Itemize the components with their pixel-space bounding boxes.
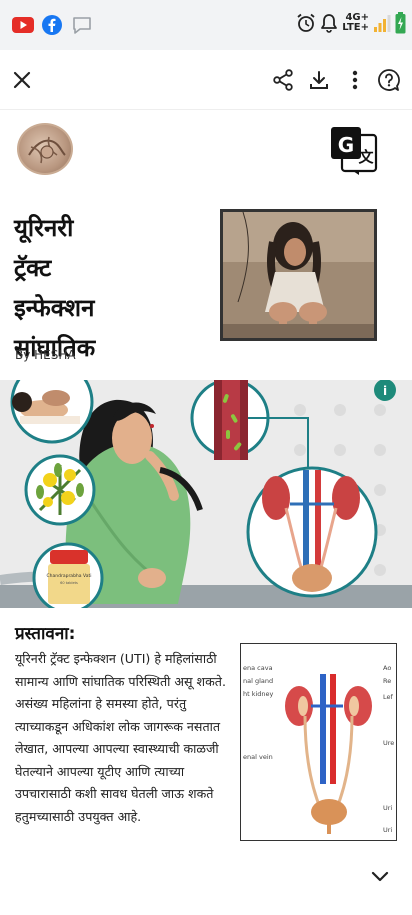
close-button[interactable] bbox=[9, 67, 35, 93]
body-line: त्याच्याकडून अधिकांश लोक जागरूक नसतात bbox=[15, 718, 221, 734]
article-title: यूरिनरी ट्रॅक्ट इन्फेक्शन सांघातिक bbox=[14, 208, 214, 368]
diagram-label: ena cava bbox=[243, 664, 273, 672]
translate-button[interactable]: G 文 bbox=[329, 125, 379, 175]
more-button[interactable] bbox=[342, 67, 368, 93]
bottle-label: Chandraprabha Vati bbox=[47, 573, 92, 579]
body-line: असंख्य महिलांना हे समस्या होते, परंतु bbox=[15, 696, 187, 711]
hero-art: Chandraprabha Vati 60 tablets i bbox=[0, 380, 412, 608]
title-line: ट्रॅक्ट bbox=[14, 254, 52, 282]
body-line: लेखात, आपल्या आपल्या स्वास्थ्याची काळजी bbox=[15, 741, 219, 756]
more-icon bbox=[352, 70, 358, 90]
status-right: 4G+ LTE+ bbox=[296, 12, 406, 34]
diagram-label: Ao bbox=[383, 664, 392, 672]
author-byline: By HESHA bbox=[15, 348, 76, 362]
logo-art bbox=[28, 136, 66, 164]
help-icon bbox=[378, 69, 400, 91]
article-body: यूरिनरी ट्रॅक्ट इन्फेक्शन (UTI) हे महिला… bbox=[15, 648, 243, 828]
publisher-logo[interactable] bbox=[17, 123, 73, 175]
diagram-label: Uri bbox=[383, 804, 393, 812]
help-button[interactable] bbox=[376, 67, 402, 93]
diagram-label: Uri bbox=[383, 826, 393, 834]
diagram-label: enal vein bbox=[243, 753, 273, 761]
body-line: घेतल्याने आपल्या यूटीए आणि त्याच्या bbox=[15, 763, 185, 779]
signal-icon bbox=[374, 15, 391, 32]
urinary-tract-diagram[interactable]: ena cava nal gland ht kidney enal vein A… bbox=[240, 643, 397, 841]
body-line: हतुमच्यासाठी उपयुक्त आहे. bbox=[15, 808, 142, 824]
svg-text:文: 文 bbox=[358, 148, 374, 166]
download-button[interactable] bbox=[306, 67, 332, 93]
badge-letter: i bbox=[383, 384, 387, 398]
diagram-label: ht kidney bbox=[243, 690, 274, 698]
battery-icon bbox=[395, 12, 406, 34]
svg-text:G: G bbox=[338, 133, 354, 157]
thumbnail-photo bbox=[223, 212, 374, 338]
toolbar bbox=[0, 50, 412, 110]
diagram-label: Ure bbox=[383, 739, 395, 747]
status-bar: 4G+ LTE+ bbox=[0, 0, 412, 50]
network-bottom-label: LTE+ bbox=[342, 22, 369, 33]
title-line: यूरिनरी bbox=[14, 214, 74, 242]
expand-button[interactable] bbox=[368, 864, 392, 888]
alarm-icon bbox=[297, 13, 315, 32]
body-line: उपचारासाठी कशी सावध घेतली जाऊ शकते bbox=[15, 786, 214, 801]
article-thumbnail[interactable] bbox=[220, 209, 377, 341]
title-line: इन्फेक्शन bbox=[14, 294, 95, 322]
youtube-icon bbox=[12, 17, 34, 33]
body-line: सामान्य आणि सांघातिक परिस्थिती असू शकते. bbox=[15, 673, 226, 689]
diagram-label: nal gland bbox=[243, 677, 274, 685]
diagram-label: Lef bbox=[383, 693, 393, 701]
message-icon bbox=[73, 17, 91, 34]
section-heading: प्रस्तावना: bbox=[15, 624, 76, 644]
translate-icon: G 文 bbox=[331, 127, 378, 175]
close-icon bbox=[13, 71, 31, 89]
bottle-sub-label: 60 tablets bbox=[60, 581, 78, 585]
diagram-label: Re bbox=[383, 677, 392, 685]
hero-illustration: Chandraprabha Vati 60 tablets i bbox=[0, 380, 412, 608]
diagram-art bbox=[285, 674, 372, 834]
share-button[interactable] bbox=[270, 67, 296, 93]
facebook-icon bbox=[42, 15, 62, 35]
network-type: 4G+ LTE+ bbox=[342, 13, 369, 33]
bell-icon bbox=[321, 14, 338, 33]
share-icon bbox=[273, 69, 293, 91]
download-icon bbox=[310, 71, 328, 89]
body-line: यूरिनरी ट्रॅक्ट इन्फेक्शन (UTI) हे महिला… bbox=[15, 651, 217, 666]
chevron-down-icon bbox=[371, 871, 389, 882]
